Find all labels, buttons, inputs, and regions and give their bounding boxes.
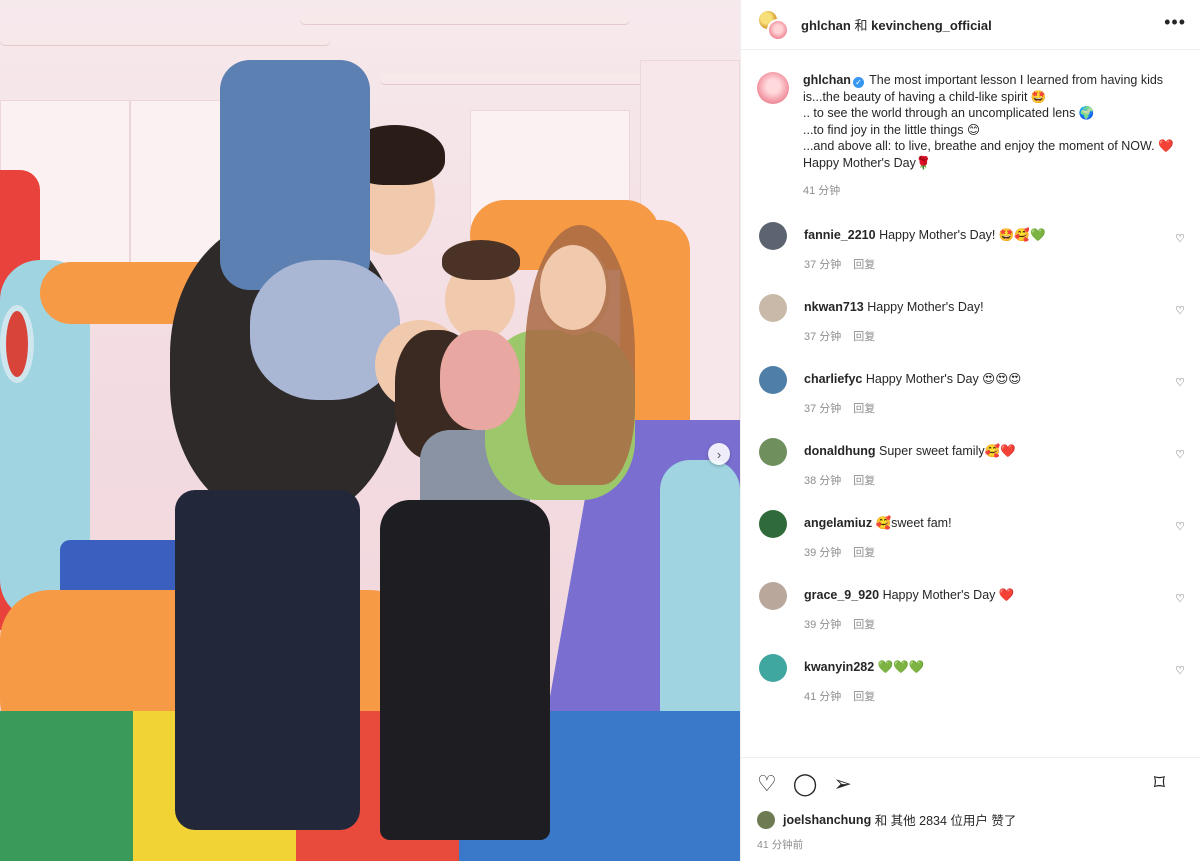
comment-time: 41 分钟 xyxy=(804,690,842,703)
caption-line: ...and above all: to live, breathe and e… xyxy=(803,139,1174,153)
comment-row: kwanyin282 💚💚💚 41 分钟 回复 ♡ xyxy=(757,653,1185,704)
comment-username[interactable]: charliefyc xyxy=(804,372,862,386)
comment-row: grace_9_920 Happy Mother's Day ❤️ 39 分钟 回复… xyxy=(757,581,1185,632)
comment-row: charliefyc Happy Mother's Day 😍😍😍 37 分钟 回复… xyxy=(757,365,1185,416)
heart-icon[interactable]: ♡ xyxy=(1175,664,1185,677)
comment-row: angelamiuz 🥰sweet fam! 39 分钟 回复 ♡ xyxy=(757,509,1185,560)
comment-text: 💚💚💚 xyxy=(877,659,925,674)
reply-button[interactable]: 回复 xyxy=(853,619,875,631)
caption-line: ...to find joy in the little things 😊 xyxy=(803,122,981,137)
avatar[interactable] xyxy=(759,509,787,538)
avatar xyxy=(757,810,775,829)
send-icon[interactable]: ➢ xyxy=(833,773,851,795)
avatar[interactable] xyxy=(759,437,787,466)
post-timestamp: 41 分钟前 xyxy=(757,839,804,851)
likes-text: 和 其他 2834 位用户 赞了 xyxy=(874,814,1017,828)
reply-button[interactable]: 回复 xyxy=(853,475,875,487)
comment-time: 37 分钟 xyxy=(804,258,842,271)
comment-icon[interactable]: ◯ xyxy=(793,773,818,795)
reply-button[interactable]: 回复 xyxy=(853,403,875,415)
comment-text: Happy Mother's Day! 🤩🥰💚 xyxy=(879,227,1046,242)
caption-line: Happy Mother's Day🌹 xyxy=(803,155,932,170)
post-side-panel: ghlchan 和 kevincheng_official ••• ghlcha… xyxy=(740,0,1200,861)
avatar[interactable] xyxy=(759,293,787,322)
caption-line: The most important lesson I learned from… xyxy=(869,73,1164,87)
comments-scroll[interactable]: ghlchan ✓ The most important lesson I lea… xyxy=(741,56,1200,756)
caption-username[interactable]: ghlchan xyxy=(803,73,851,87)
avatar[interactable] xyxy=(759,365,787,394)
reply-button[interactable]: 回复 xyxy=(853,331,875,343)
comment-username[interactable]: fannie_2210 xyxy=(804,228,876,242)
action-bar: ♡ ◯ ➢ ⌑ joelshanchung 和 其他 2834 位用户 赞了 4… xyxy=(741,757,1200,861)
comment-row: donaldhung Super sweet family🥰❤️ 38 分钟 回复 ♡ xyxy=(757,437,1185,488)
comment-text: Happy Mother's Day 😍😍😍 xyxy=(865,371,1022,386)
heart-icon[interactable]: ♡ xyxy=(1175,232,1185,245)
comment-username[interactable]: nkwan713 xyxy=(804,300,864,314)
chevron-right-icon: › xyxy=(716,446,722,462)
comment-text: 🥰sweet fam! xyxy=(875,515,952,530)
heart-icon[interactable]: ♡ xyxy=(757,773,777,795)
comment-username[interactable]: donaldhung xyxy=(804,444,876,458)
avatar[interactable] xyxy=(759,221,787,250)
header-user-link[interactable]: ghlchan xyxy=(801,18,851,33)
header-and: 和 xyxy=(854,18,868,33)
comment-time: 39 分钟 xyxy=(804,546,842,559)
comment-username[interactable]: kwanyin282 xyxy=(804,660,874,674)
comment-row: fannie_2210 Happy Mother's Day! 🤩🥰💚 37 分钟… xyxy=(757,221,1185,272)
more-icon[interactable]: ••• xyxy=(1164,12,1186,33)
heart-icon[interactable]: ♡ xyxy=(1175,520,1185,533)
reply-button[interactable]: 回复 xyxy=(853,547,875,559)
bookmark-icon[interactable]: ⌑ xyxy=(1154,772,1165,794)
header-user-link[interactable]: kevincheng_official xyxy=(871,18,992,33)
avatar xyxy=(767,18,789,41)
comment-username[interactable]: grace_9_920 xyxy=(804,588,879,602)
heart-icon[interactable]: ♡ xyxy=(1175,592,1185,605)
comment-time: 37 分钟 xyxy=(804,330,842,343)
comment-text: Happy Mother's Day! xyxy=(867,299,984,314)
comment-time: 39 分钟 xyxy=(804,618,842,631)
comment-username[interactable]: angelamiuz xyxy=(804,516,872,530)
avatar[interactable] xyxy=(759,653,787,682)
post-header: ghlchan 和 kevincheng_official ••• xyxy=(741,0,1200,50)
reply-button[interactable]: 回复 xyxy=(853,691,875,703)
comment-text: Super sweet family🥰❤️ xyxy=(879,443,1016,458)
avatar[interactable] xyxy=(759,581,787,610)
carousel-next-button[interactable]: › xyxy=(708,443,730,465)
comment-row: nkwan713 Happy Mother's Day! 37 分钟 回复 ♡ xyxy=(757,293,1185,344)
comment-time: 38 分钟 xyxy=(804,474,842,487)
header-usernames: ghlchan 和 kevincheng_official xyxy=(801,15,992,34)
avatar[interactable] xyxy=(757,72,789,104)
caption-time: 41 分钟 xyxy=(803,185,841,197)
caption: ghlchan ✓ The most important lesson I lea… xyxy=(757,56,1185,200)
likes-user[interactable]: joelshanchung xyxy=(783,813,871,827)
heart-icon[interactable]: ♡ xyxy=(1175,376,1185,389)
likes-summary[interactable]: joelshanchung 和 其他 2834 位用户 赞了 xyxy=(757,810,1185,829)
comment-time: 37 分钟 xyxy=(804,402,842,415)
post-photo[interactable]: › xyxy=(0,0,740,861)
collab-avatars[interactable] xyxy=(757,8,789,41)
comment-text: Happy Mother's Day ❤️ xyxy=(882,587,1015,602)
heart-icon[interactable]: ♡ xyxy=(1175,448,1185,461)
verified-icon: ✓ xyxy=(852,77,864,88)
caption-line: is...the beauty of having a child-like s… xyxy=(803,89,1047,104)
caption-line: .. to see the world through an uncomplic… xyxy=(803,106,1095,120)
heart-icon[interactable]: ♡ xyxy=(1175,304,1185,317)
reply-button[interactable]: 回复 xyxy=(853,259,875,271)
